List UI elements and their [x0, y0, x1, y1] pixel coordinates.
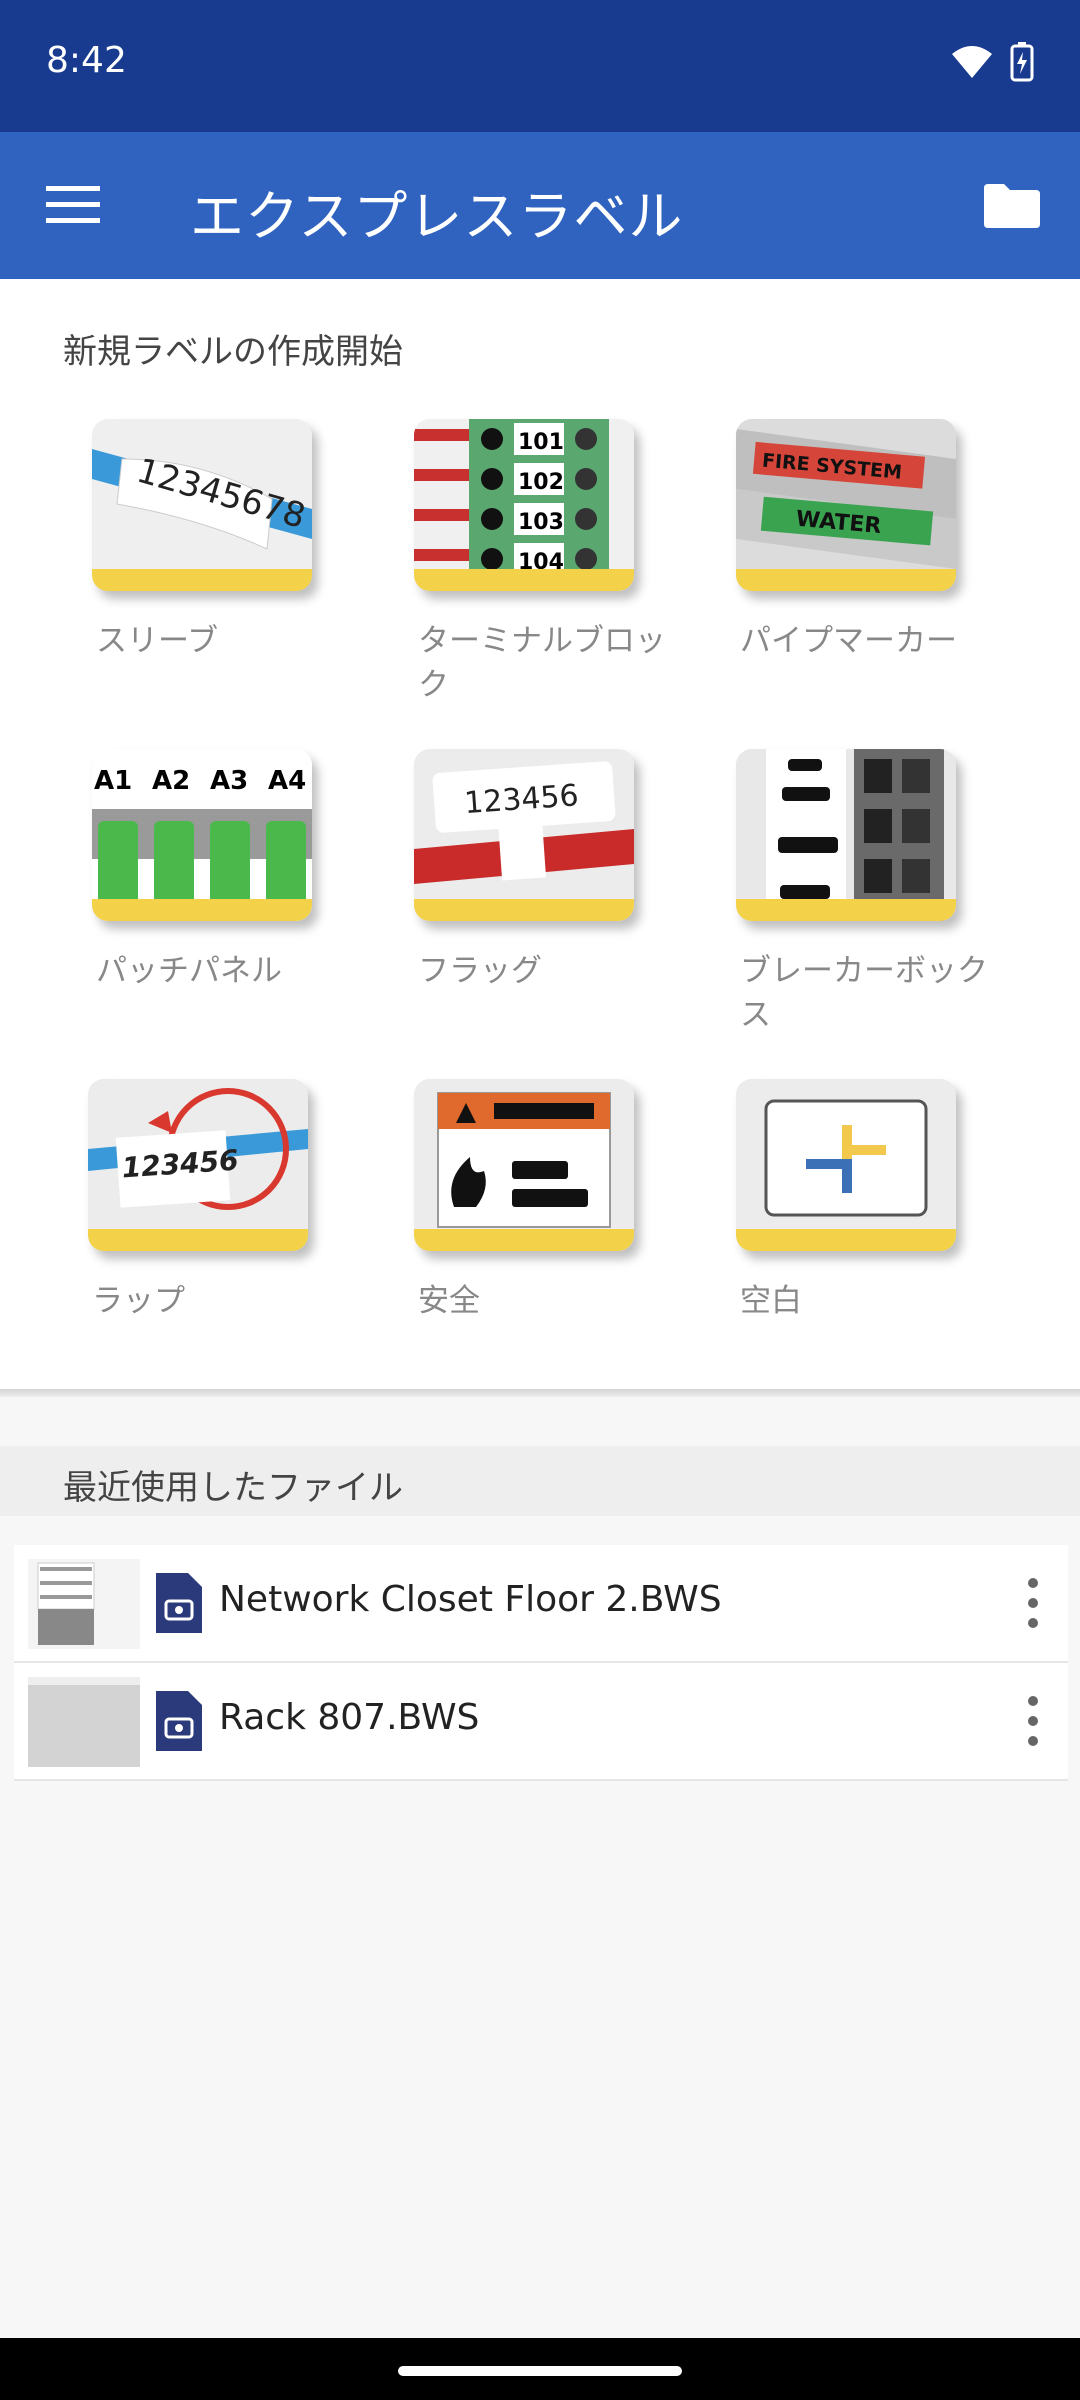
status-bar: 8:42 [0, 0, 1080, 132]
tile-pipe-marker-label: パイプマーカー [740, 623, 957, 659]
terminal-text-3: 103 [518, 510, 564, 535]
wrap-icon: 123456 [88, 1079, 308, 1251]
more-vert-icon[interactable] [1018, 1693, 1048, 1749]
tile-sleeve[interactable]: 12345678 スリーブ [62, 419, 362, 739]
tile-blank-label: 空白 [740, 1283, 802, 1319]
new-label-heading: 新規ラベルの作成開始 [63, 332, 403, 372]
file-thumbnail [28, 1677, 140, 1767]
new-label-section: 新規ラベルの作成開始 12345678 スリーブ 101 102 103 104… [0, 279, 1080, 1389]
file-name: Network Closet Floor 2.BWS [219, 1579, 722, 1620]
file-icon [156, 1691, 202, 1751]
recent-files-heading: 最近使用したファイル [63, 1468, 403, 1508]
tile-sleeve-label: スリーブ [96, 623, 219, 659]
terminal-text-1: 101 [518, 430, 564, 455]
recent-files-header: 最近使用したファイル [0, 1446, 1080, 1516]
tile-safety-label: 安全 [418, 1283, 480, 1319]
list-item[interactable]: Network Closet Floor 2.BWS [14, 1545, 1068, 1663]
flag-icon: 123456 [414, 749, 634, 921]
breaker-box-icon [736, 749, 956, 921]
tile-flag[interactable]: 123456 フラッグ [384, 749, 684, 1069]
wifi-icon [952, 46, 992, 78]
menu-icon[interactable] [46, 184, 100, 226]
blank-icon [736, 1079, 956, 1251]
patch-text-a4: A4 [268, 766, 306, 796]
tile-breaker-box-label: ブレーカーボックス [740, 953, 988, 1033]
patch-text-a2: A2 [152, 766, 190, 796]
file-icon [156, 1573, 202, 1633]
safety-icon [414, 1079, 634, 1251]
sleeve-icon: 12345678 [92, 419, 312, 591]
recent-files-list: Network Closet Floor 2.BWS Rack 807.BWS [14, 1545, 1068, 1781]
tile-pipe-marker[interactable]: FIRE SYSTEM WATER パイプマーカー [706, 419, 1006, 739]
tile-terminal-block[interactable]: 101 102 103 104 ターミナルブロック [384, 419, 684, 739]
tile-wrap-label: ラップ [92, 1283, 185, 1319]
home-gesture-bar[interactable] [398, 2366, 682, 2376]
terminal-text-2: 102 [518, 470, 564, 495]
status-icons [950, 42, 1034, 82]
tile-flag-label: フラッグ [418, 953, 542, 989]
patch-text-a1: A1 [94, 766, 132, 796]
pipe-marker-icon: FIRE SYSTEM WATER [736, 419, 956, 591]
app-title: エクスプレスラベル [190, 185, 684, 248]
app-bar: エクスプレスラベル [0, 132, 1080, 279]
tile-patch-panel-label: パッチパネル [96, 953, 282, 989]
system-nav-bar [0, 2338, 1080, 2400]
folder-icon[interactable] [984, 184, 1040, 228]
list-item[interactable]: Rack 807.BWS [14, 1663, 1068, 1781]
tile-blank[interactable]: 空白 [706, 1079, 1006, 1399]
patch-panel-icon: A1 A2 A3 A4 [92, 749, 312, 921]
patch-text-a3: A3 [210, 766, 248, 796]
file-name: Rack 807.BWS [219, 1697, 480, 1738]
status-time: 8:42 [46, 40, 127, 81]
battery-icon [1010, 42, 1034, 82]
tile-wrap[interactable]: 123456 ラップ [58, 1079, 358, 1399]
more-vert-icon[interactable] [1018, 1575, 1048, 1631]
terminal-block-icon: 101 102 103 104 [414, 419, 634, 591]
tile-breaker-box[interactable]: ブレーカーボックス [706, 749, 1006, 1069]
section-divider [0, 1389, 1080, 1397]
file-thumbnail [28, 1559, 140, 1649]
tile-safety[interactable]: 安全 [384, 1079, 684, 1399]
tile-patch-panel[interactable]: A1 A2 A3 A4 パッチパネル [62, 749, 362, 1069]
tile-terminal-block-label: ターミナルブロック [418, 623, 666, 703]
